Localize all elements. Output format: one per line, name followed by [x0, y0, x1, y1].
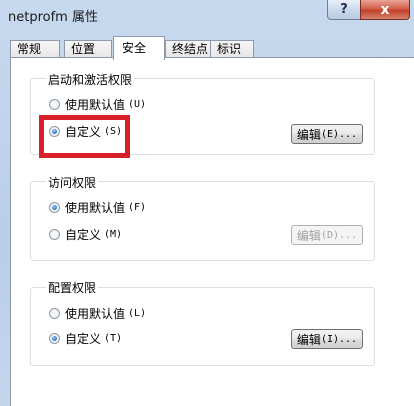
config-edit-label: 编辑	[296, 332, 321, 347]
config-custom-option[interactable]: 自定义 (T)	[49, 330, 122, 346]
tab-identity[interactable]: 标识	[210, 40, 254, 58]
config-edit-key: (I)...	[320, 333, 358, 345]
help-button[interactable]: ?	[327, 0, 361, 20]
launch-edit-button[interactable]: 编辑 (E)...	[291, 124, 363, 144]
launch-permissions-title: 启动和激活权限	[46, 71, 135, 88]
access-custom-label: 自定义	[65, 227, 102, 242]
help-icon: ?	[340, 2, 348, 17]
tab-location[interactable]: 位置	[64, 40, 112, 58]
config-default-label: 使用默认值	[65, 306, 126, 321]
config-default-radio[interactable]	[49, 307, 60, 319]
launch-edit-label: 编辑	[296, 127, 321, 142]
close-icon: x	[380, 1, 390, 18]
tab-general[interactable]: 常规	[10, 40, 60, 58]
config-default-option[interactable]: 使用默认值 (L)	[49, 305, 146, 321]
config-custom-key: (T)	[104, 332, 123, 344]
window-title: netprofm 属性	[8, 10, 98, 25]
config-edit-button[interactable]: 编辑 (I)...	[291, 329, 363, 349]
access-default-key: (F)	[128, 201, 147, 213]
config-default-key: (L)	[128, 307, 147, 319]
properties-dialog: netprofm 属性 ? x 常规 位置 安全 终结点 标识 启动和激活权限 …	[0, 0, 414, 406]
access-edit-label: 编辑	[296, 228, 321, 243]
close-button[interactable]: x	[360, 0, 410, 20]
launch-default-key: (U)	[128, 98, 147, 110]
access-custom-option[interactable]: 自定义 (M)	[49, 226, 122, 242]
tab-security-label: 安全	[122, 41, 147, 55]
highlight-annotation-box	[39, 115, 130, 158]
access-permissions-group	[30, 181, 375, 261]
access-edit-key: (D)...	[320, 229, 358, 241]
config-custom-radio[interactable]	[49, 332, 60, 344]
access-custom-radio[interactable]	[49, 228, 60, 240]
launch-default-label: 使用默认值	[65, 97, 126, 112]
access-default-radio[interactable]	[49, 201, 60, 213]
access-custom-key: (M)	[104, 228, 123, 240]
launch-edit-key: (E)...	[320, 128, 358, 140]
launch-default-radio[interactable]	[49, 98, 60, 110]
config-permissions-title: 配置权限	[46, 279, 99, 296]
access-edit-button[interactable]: 编辑 (D)...	[291, 225, 363, 245]
access-permissions-title: 访问权限	[46, 174, 99, 191]
config-permissions-group	[30, 287, 375, 366]
launch-default-option[interactable]: 使用默认值 (U)	[49, 96, 146, 112]
title-bar[interactable]: netprofm 属性 ? x	[0, 0, 414, 30]
access-default-option[interactable]: 使用默认值 (F)	[49, 199, 146, 215]
tab-identity-label: 标识	[217, 42, 242, 56]
config-custom-label: 自定义	[65, 331, 102, 346]
access-default-label: 使用默认值	[65, 200, 126, 215]
tab-general-label: 常规	[17, 42, 42, 56]
tab-security[interactable]: 安全	[113, 36, 165, 60]
tab-location-label: 位置	[71, 42, 96, 56]
tab-endpoints-label: 终结点	[172, 42, 209, 56]
